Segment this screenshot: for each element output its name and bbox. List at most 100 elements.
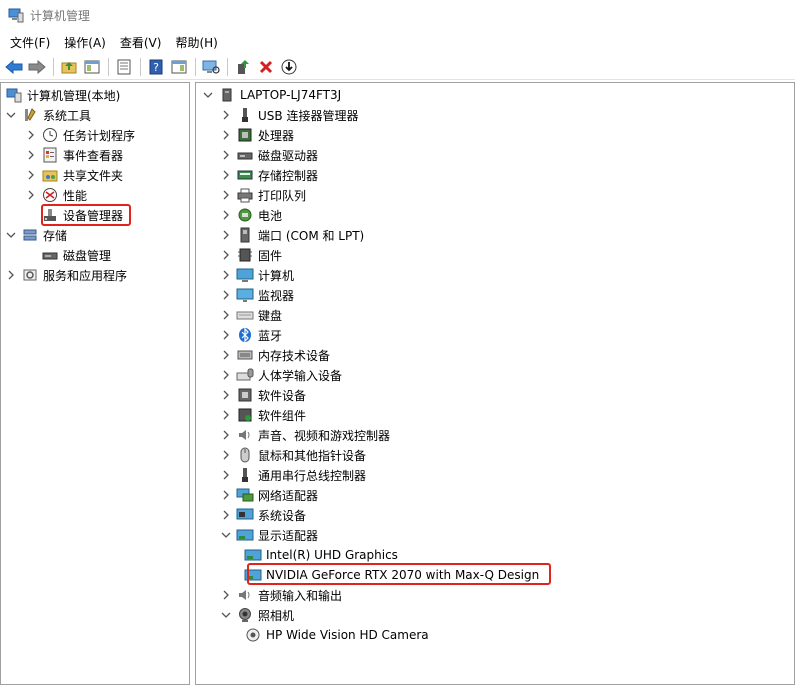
sound-icon — [236, 426, 254, 444]
window-title: 计算机管理 — [30, 8, 91, 23]
chevron-right-icon[interactable] — [25, 185, 37, 205]
chevron-down-icon[interactable] — [220, 605, 232, 625]
menu-help[interactable]: 帮助(H) — [169, 32, 223, 53]
device-category[interactable]: 声音、视频和游戏控制器 — [220, 425, 390, 445]
category-label: 内存技术设备 — [258, 348, 331, 363]
toolbar-separator — [195, 57, 196, 76]
chevron-right-icon[interactable] — [220, 505, 232, 525]
chevron-right-icon[interactable] — [220, 365, 232, 385]
device-category[interactable]: 显示适配器 — [220, 525, 318, 545]
device-category[interactable]: 计算机 — [220, 265, 294, 285]
device-category[interactable]: 人体学输入设备 — [220, 365, 342, 385]
device-category[interactable]: 电池 — [220, 205, 282, 225]
tree-performance[interactable]: 性能 — [25, 185, 87, 205]
device-category[interactable]: 处理器 — [220, 125, 294, 145]
chevron-right-icon[interactable] — [220, 105, 232, 125]
device-tree-root[interactable]: LAPTOP-LJ74FT3J — [202, 85, 341, 105]
device-category[interactable]: 软件设备 — [220, 385, 306, 405]
device-category[interactable]: 磁盘驱动器 — [220, 145, 318, 165]
chevron-right-icon[interactable] — [220, 285, 232, 305]
chevron-down-icon[interactable] — [5, 105, 17, 125]
device-category[interactable]: 蓝牙 — [220, 325, 282, 345]
chevron-right-icon[interactable] — [220, 205, 232, 225]
chevron-right-icon[interactable] — [220, 425, 232, 445]
device-category[interactable]: 端口 (COM 和 LPT) — [220, 225, 364, 245]
chevron-right-icon[interactable] — [220, 265, 232, 285]
nvidia-highlight — [247, 563, 551, 585]
chevron-right-icon[interactable] — [220, 185, 232, 205]
tree-label: 存储 — [43, 228, 68, 243]
device-category[interactable]: 固件 — [220, 245, 282, 265]
storage-controller-icon — [236, 166, 254, 184]
tree-root[interactable]: 计算机管理(本地) — [3, 85, 120, 105]
device-category[interactable]: 鼠标和其他指针设备 — [220, 445, 366, 465]
tree-services-apps[interactable]: 服务和应用程序 — [5, 265, 127, 285]
chevron-right-icon[interactable] — [220, 585, 232, 605]
software-device-icon — [236, 386, 254, 404]
tree-task-scheduler[interactable]: 任务计划程序 — [25, 125, 135, 145]
storage-icon — [21, 226, 39, 244]
menu-view[interactable]: 查看(V) — [114, 32, 168, 53]
device-category[interactable]: 软件组件 — [220, 405, 306, 425]
show-hide-tree-icon[interactable] — [81, 56, 102, 77]
update-driver-icon[interactable] — [232, 56, 253, 77]
up-folder-icon[interactable] — [58, 56, 79, 77]
category-audio-io[interactable]: 音频输入和输出 — [220, 585, 342, 605]
device-category[interactable]: 通用串行总线控制器 — [220, 465, 366, 485]
chevron-right-icon[interactable] — [220, 385, 232, 405]
scan-hardware-icon[interactable] — [200, 56, 221, 77]
chevron-right-icon[interactable] — [220, 145, 232, 165]
chevron-right-icon[interactable] — [220, 125, 232, 145]
chevron-right-icon[interactable] — [220, 345, 232, 365]
chevron-right-icon[interactable] — [25, 165, 37, 185]
properties-icon[interactable] — [113, 56, 134, 77]
device-category[interactable]: 键盘 — [220, 305, 282, 325]
device-category[interactable]: 打印队列 — [220, 185, 306, 205]
device-tree-pane[interactable]: LAPTOP-LJ74FT3J USB 连接器管理器 处理器 磁盘驱动器 存储控制器打… — [195, 82, 795, 685]
chevron-down-icon[interactable] — [202, 85, 214, 105]
tree-shared-folders[interactable]: 共享文件夹 — [25, 165, 123, 185]
chevron-right-icon[interactable] — [220, 305, 232, 325]
tree-storage[interactable]: 存储 — [5, 225, 67, 245]
chevron-right-icon[interactable] — [220, 405, 232, 425]
chevron-right-icon[interactable] — [220, 165, 232, 185]
action-pane-icon[interactable] — [168, 56, 189, 77]
chevron-right-icon[interactable] — [220, 445, 232, 465]
tree-label: 系统工具 — [43, 108, 92, 123]
chevron-right-icon[interactable] — [220, 325, 232, 345]
chevron-right-icon[interactable] — [5, 265, 17, 285]
category-label: 通用串行总线控制器 — [258, 468, 367, 483]
tree-system-tools[interactable]: 系统工具 — [5, 105, 91, 125]
tree-disk-management[interactable]: 磁盘管理 — [25, 245, 111, 265]
help-icon[interactable]: ? — [145, 56, 166, 77]
device-category[interactable]: 内存技术设备 — [220, 345, 330, 365]
menu-action[interactable]: 操作(A) — [58, 32, 112, 53]
uninstall-icon[interactable] — [255, 56, 276, 77]
chevron-down-icon[interactable] — [220, 525, 232, 545]
chevron-right-icon[interactable] — [220, 225, 232, 245]
chevron-right-icon[interactable] — [220, 245, 232, 265]
tree-event-viewer[interactable]: 事件查看器 — [25, 145, 123, 165]
back-arrow-icon[interactable] — [3, 56, 24, 77]
forward-arrow-icon[interactable] — [26, 56, 47, 77]
chevron-right-icon[interactable] — [25, 125, 37, 145]
device-intel-graphics[interactable]: Intel(R) UHD Graphics — [240, 545, 398, 565]
device-category[interactable]: USB 连接器管理器 — [220, 105, 358, 125]
menu-bar: 文件(F) 操作(A) 查看(V) 帮助(H) — [0, 31, 795, 53]
menu-file[interactable]: 文件(F) — [4, 32, 56, 53]
chevron-right-icon[interactable] — [220, 465, 232, 485]
device-category[interactable]: 存储控制器 — [220, 165, 318, 185]
console-tree-pane[interactable]: 计算机管理(本地) 系统工具 任务计划程序 事件查看器 共享文件夹 性能 设备管… — [0, 82, 190, 685]
category-label: 蓝牙 — [258, 328, 283, 343]
services-icon — [21, 266, 39, 284]
enable-device-icon[interactable] — [278, 56, 299, 77]
chevron-down-icon[interactable] — [5, 225, 17, 245]
category-label: 软件组件 — [258, 408, 307, 423]
device-category[interactable]: 监视器 — [220, 285, 294, 305]
device-category[interactable]: 网络适配器 — [220, 485, 318, 505]
device-category[interactable]: 系统设备 — [220, 505, 306, 525]
chevron-right-icon[interactable] — [25, 145, 37, 165]
device-hp-camera[interactable]: HP Wide Vision HD Camera — [240, 625, 429, 645]
category-camera[interactable]: 照相机 — [220, 605, 294, 625]
chevron-right-icon[interactable] — [220, 485, 232, 505]
